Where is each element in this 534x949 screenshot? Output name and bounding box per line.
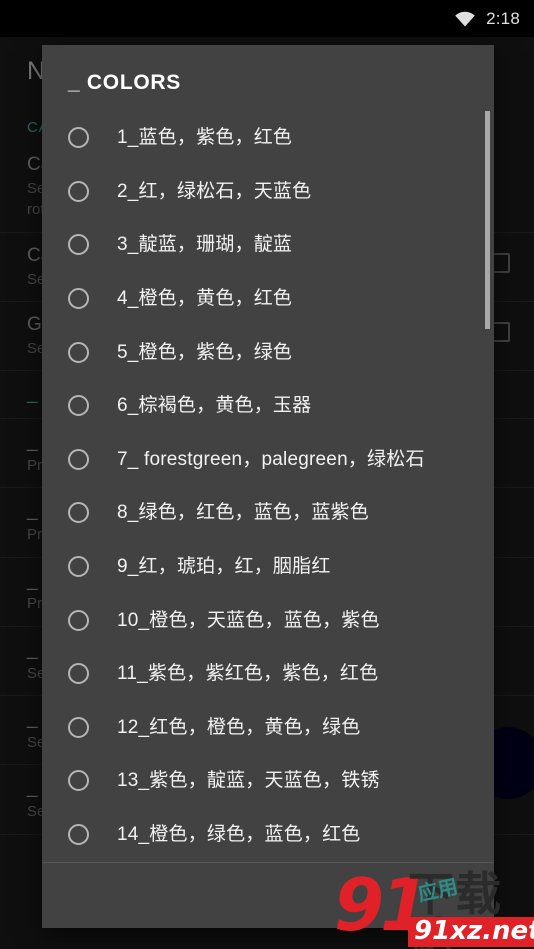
color-option-label: 10_橙色，天蓝色，蓝色，紫色: [117, 609, 380, 631]
dialog-title: _ COLORS: [68, 71, 181, 94]
color-option-label: 6_棕褐色，黄色，玉器: [117, 395, 312, 417]
color-option-row[interactable]: 5_橙色，紫色，绿色: [42, 325, 494, 379]
color-option-row[interactable]: 2_红，绿松石，天蓝色: [42, 165, 494, 219]
radio-button-icon[interactable]: [68, 770, 89, 792]
color-option-row[interactable]: 14_橙色，绿色，蓝色，红色: [42, 808, 494, 862]
color-option-row[interactable]: 8_绿色，红色，蓝色，蓝紫色: [42, 486, 494, 540]
color-option-row[interactable]: 4_橙色，黄色，红色: [42, 272, 494, 326]
radio-button-icon[interactable]: [68, 609, 89, 631]
color-option-label: 13_紫色，靛蓝，天蓝色，铁锈: [117, 770, 380, 792]
color-option-row[interactable]: 7_ forestgreen，palegreen，绿松石: [42, 433, 494, 487]
color-option-label: 4_橙色，黄色，红色: [117, 288, 293, 310]
color-option-row[interactable]: 1_蓝色，紫色，红色: [42, 111, 494, 165]
color-option-label: 1_蓝色，紫色，红色: [117, 127, 293, 149]
radio-button-icon[interactable]: [68, 395, 89, 417]
radio-button-icon[interactable]: [68, 502, 89, 524]
color-options-list[interactable]: 1_蓝色，紫色，红色 2_红，绿松石，天蓝色 3_靛蓝，珊瑚，靛蓝 4_橙色，黄色，红…: [42, 111, 494, 862]
radio-button-icon[interactable]: [68, 288, 89, 310]
color-option-row[interactable]: 3_靛蓝，珊瑚，靛蓝: [42, 218, 494, 272]
radio-button-icon[interactable]: [68, 716, 89, 738]
color-option-row[interactable]: 13_紫色，靛蓝，天蓝色，铁锈: [42, 754, 494, 808]
color-option-label: 12_红色，橙色，黄色，绿色: [117, 716, 361, 738]
radio-button-icon[interactable]: [68, 180, 89, 202]
color-option-label: 9_红，琥珀，红，胭脂红: [117, 556, 331, 578]
color-option-label: 3_靛蓝，珊瑚，靛蓝: [117, 234, 293, 256]
color-option-row[interactable]: 11_紫色，紫红色，紫色，红色: [42, 647, 494, 701]
color-option-label: 5_橙色，紫色，绿色: [117, 341, 293, 363]
radio-button-icon[interactable]: [68, 556, 89, 578]
dialog-footer: [42, 862, 494, 928]
radio-button-icon[interactable]: [68, 127, 89, 149]
color-option-label: 8_绿色，红色，蓝色，蓝紫色: [117, 502, 369, 524]
color-option-row[interactable]: 12_红色，橙色，黄色，绿色: [42, 701, 494, 755]
radio-button-icon[interactable]: [68, 824, 89, 846]
scrollbar-thumb[interactable]: [485, 111, 490, 329]
radio-button-icon[interactable]: [68, 234, 89, 256]
color-option-row[interactable]: 9_红，琥珀，红，胭脂红: [42, 540, 494, 594]
color-option-label: 11_紫色，紫红色，紫色，红色: [117, 663, 379, 685]
radio-button-icon[interactable]: [68, 341, 89, 363]
color-option-label: 7_ forestgreen，palegreen，绿松石: [117, 448, 425, 470]
color-option-row[interactable]: 6_棕褐色，黄色，玉器: [42, 379, 494, 433]
color-option-row[interactable]: 10_橙色，天蓝色，蓝色，紫色: [42, 593, 494, 647]
scrollbar-track[interactable]: [485, 111, 490, 862]
screen: 2:18 NE CA Ca Set rota Ca Set Gy Set _: [0, 0, 534, 949]
colors-dialog: _ COLORS 1_蓝色，紫色，红色 2_红，绿松石，天蓝色 3_靛蓝，珊瑚，靛蓝…: [42, 45, 494, 928]
radio-button-icon[interactable]: [68, 448, 89, 470]
color-option-label: 2_红，绿松石，天蓝色: [117, 180, 312, 202]
color-option-label: 14_橙色，绿色，蓝色，红色: [117, 824, 361, 846]
radio-button-icon[interactable]: [68, 663, 89, 685]
